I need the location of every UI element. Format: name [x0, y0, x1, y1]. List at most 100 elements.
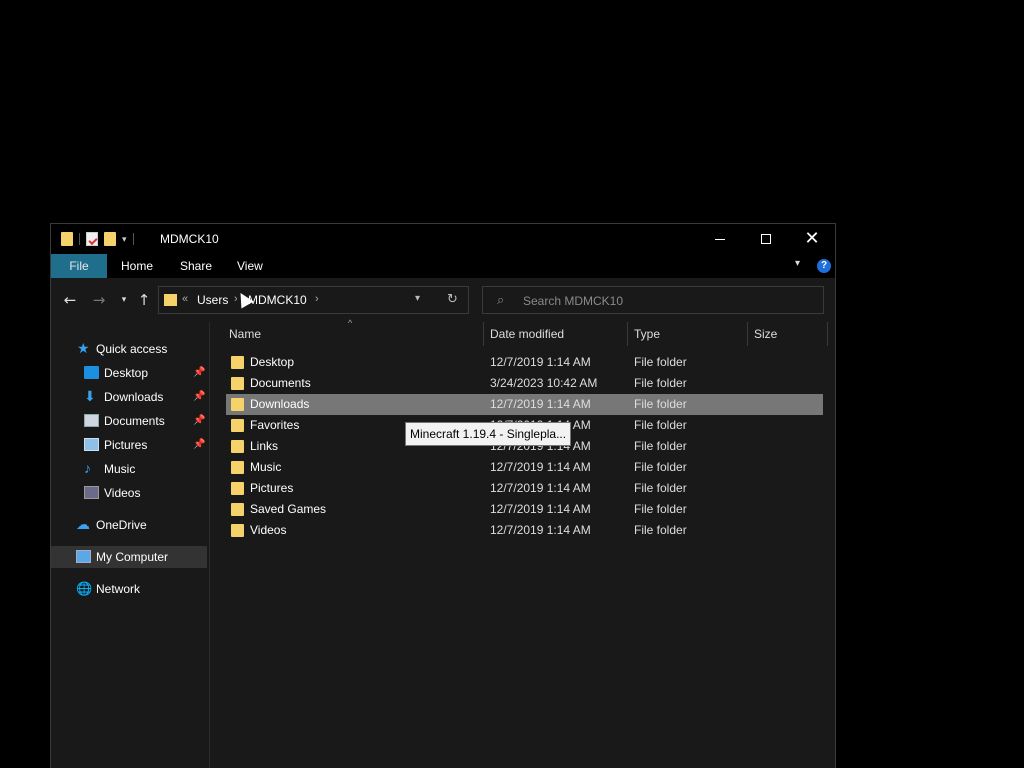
- back-arrow-icon[interactable]: ←: [60, 290, 80, 310]
- breadcrumb-current-folder[interactable]: MDMCK10: [248, 293, 307, 307]
- cloud-icon: ☁: [76, 516, 90, 532]
- address-history-chevron-icon[interactable]: ▾: [415, 293, 420, 304]
- pin-icon[interactable]: 📌: [193, 386, 205, 408]
- network-icon: 🌐: [76, 581, 93, 596]
- pin-icon[interactable]: 📌: [193, 434, 205, 456]
- close-icon: ✕: [804, 228, 820, 249]
- tab-share[interactable]: Share: [166, 254, 226, 278]
- folder-icon: [231, 398, 244, 411]
- file-type: File folder: [634, 481, 687, 495]
- column-header-date-modified[interactable]: Date modified: [490, 322, 564, 346]
- file-type: File folder: [634, 397, 687, 411]
- sidebar-item-network[interactable]: 🌐 Network: [51, 578, 207, 600]
- documents-icon: [84, 414, 99, 427]
- pin-icon[interactable]: 📌: [193, 362, 205, 384]
- file-date: 12/7/2019 1:14 AM: [490, 460, 591, 474]
- pictures-icon: [84, 438, 99, 451]
- new-folder-icon[interactable]: [104, 232, 116, 246]
- column-header-type[interactable]: Type: [634, 322, 660, 346]
- file-name: Desktop: [250, 355, 295, 369]
- list-item[interactable]: Documents 3/24/2023 10:42 AM File folder: [226, 373, 823, 394]
- folder-icon: [231, 377, 244, 390]
- pin-icon[interactable]: 📌: [193, 410, 205, 432]
- sidebar-item-pictures[interactable]: Pictures 📌: [51, 434, 207, 456]
- list-item-selected[interactable]: Downloads 12/7/2019 1:14 AM File folder: [226, 394, 823, 415]
- list-item[interactable]: Videos 12/7/2019 1:14 AM File folder: [226, 520, 823, 541]
- sidebar-item-quick-access[interactable]: ★ Quick access: [51, 338, 207, 360]
- file-list: ^ Name Date modified Type Size Desktop 1…: [211, 318, 835, 768]
- column-header-size[interactable]: Size: [754, 322, 777, 346]
- sidebar-item-label: Network: [96, 582, 141, 596]
- column-divider[interactable]: [827, 322, 828, 346]
- window-title: MDMCK10: [160, 232, 219, 246]
- navigation-bar: ← → ▾ ↑ « Users › MDMCK10 › ▾ ↻ ⌕: [51, 278, 835, 322]
- tab-home[interactable]: Home: [107, 254, 167, 278]
- breadcrumb-separator-icon[interactable]: ›: [315, 293, 319, 305]
- sidebar-item-label: Quick access: [96, 342, 168, 356]
- sidebar-item-downloads[interactable]: ⬇ Downloads 📌: [51, 386, 207, 408]
- list-item[interactable]: Music 12/7/2019 1:14 AM File folder: [226, 457, 823, 478]
- forward-arrow-icon[interactable]: →: [89, 290, 109, 310]
- sidebar-item-label: Videos: [104, 486, 141, 500]
- sidebar-item-label: Downloads: [104, 390, 164, 404]
- sidebar-item-music[interactable]: ♪ Music: [51, 458, 207, 480]
- close-button[interactable]: ✕: [789, 224, 835, 254]
- column-divider[interactable]: [747, 322, 748, 346]
- list-item[interactable]: Pictures 12/7/2019 1:14 AM File folder: [226, 478, 823, 499]
- up-arrow-icon[interactable]: ↑: [134, 290, 154, 310]
- folder-icon: [231, 419, 244, 432]
- refresh-icon[interactable]: ↻: [447, 292, 458, 307]
- customize-toolbar-chevron-icon[interactable]: ▾: [122, 234, 127, 245]
- tab-view[interactable]: View: [223, 254, 277, 278]
- search-box[interactable]: ⌕: [482, 286, 824, 314]
- drag-tooltip: Minecraft 1.19.4 - Singlepla...: [405, 422, 572, 446]
- address-bar[interactable]: « Users › MDMCK10 › ▾ ↻: [158, 286, 469, 314]
- file-date: 12/7/2019 1:14 AM: [490, 481, 591, 495]
- file-name: Saved Games: [250, 502, 327, 516]
- properties-icon[interactable]: [86, 232, 98, 246]
- file-name: Links: [250, 439, 279, 453]
- maximize-button[interactable]: [743, 224, 789, 254]
- file-name: Pictures: [250, 481, 294, 495]
- sidebar-item-label: Documents: [104, 414, 165, 428]
- column-divider[interactable]: [627, 322, 628, 346]
- sidebar-item-desktop[interactable]: Desktop 📌: [51, 362, 207, 384]
- file-type: File folder: [634, 460, 687, 474]
- list-item[interactable]: Saved Games 12/7/2019 1:14 AM File folde…: [226, 499, 823, 520]
- file-explorer-window: ▾ MDMCK10 ✕ File Home Share View ▾ ? ← →…: [50, 223, 836, 768]
- tab-file[interactable]: File: [51, 254, 107, 278]
- search-input[interactable]: [521, 291, 811, 311]
- sidebar-item-label: Desktop: [104, 366, 149, 380]
- computer-icon: [76, 550, 91, 563]
- sidebar-item-onedrive[interactable]: ☁ OneDrive: [51, 514, 207, 536]
- title-bar: ▾ MDMCK10 ✕: [51, 224, 835, 254]
- sidebar-item-videos[interactable]: Videos: [51, 482, 207, 504]
- file-date: 12/7/2019 1:14 AM: [490, 523, 591, 537]
- desktop-icon: [84, 366, 99, 379]
- help-icon[interactable]: ?: [817, 259, 831, 273]
- toolbar-divider: [132, 233, 134, 245]
- maximize-icon: [761, 234, 771, 244]
- overflow-chevron-icon[interactable]: «: [182, 293, 188, 305]
- file-type: File folder: [634, 502, 687, 516]
- column-header-name[interactable]: Name: [229, 322, 261, 346]
- file-name: Videos: [250, 523, 287, 537]
- minimize-button[interactable]: [697, 224, 743, 254]
- folder-icon: [231, 356, 244, 369]
- list-item[interactable]: Desktop 12/7/2019 1:14 AM File folder: [226, 352, 823, 373]
- breadcrumb-users[interactable]: Users: [197, 293, 228, 307]
- sidebar-item-label: OneDrive: [96, 518, 147, 532]
- folder-icon: [231, 440, 244, 453]
- sidebar-item-documents[interactable]: Documents 📌: [51, 410, 207, 432]
- folder-icon[interactable]: [61, 232, 73, 246]
- file-date: 12/7/2019 1:14 AM: [490, 355, 591, 369]
- folder-icon: [231, 461, 244, 474]
- recent-locations-chevron-icon[interactable]: ▾: [114, 290, 134, 310]
- sort-ascending-icon: ^: [348, 318, 353, 328]
- navigation-pane: ★ Quick access Desktop 📌 ⬇ Downloads 📌 D…: [51, 322, 210, 768]
- column-divider[interactable]: [483, 322, 484, 346]
- sidebar-item-my-computer[interactable]: My Computer: [51, 546, 207, 568]
- expand-ribbon-chevron-icon[interactable]: ▾: [795, 258, 800, 269]
- file-date: 12/7/2019 1:14 AM: [490, 502, 591, 516]
- music-icon: ♪: [84, 460, 91, 476]
